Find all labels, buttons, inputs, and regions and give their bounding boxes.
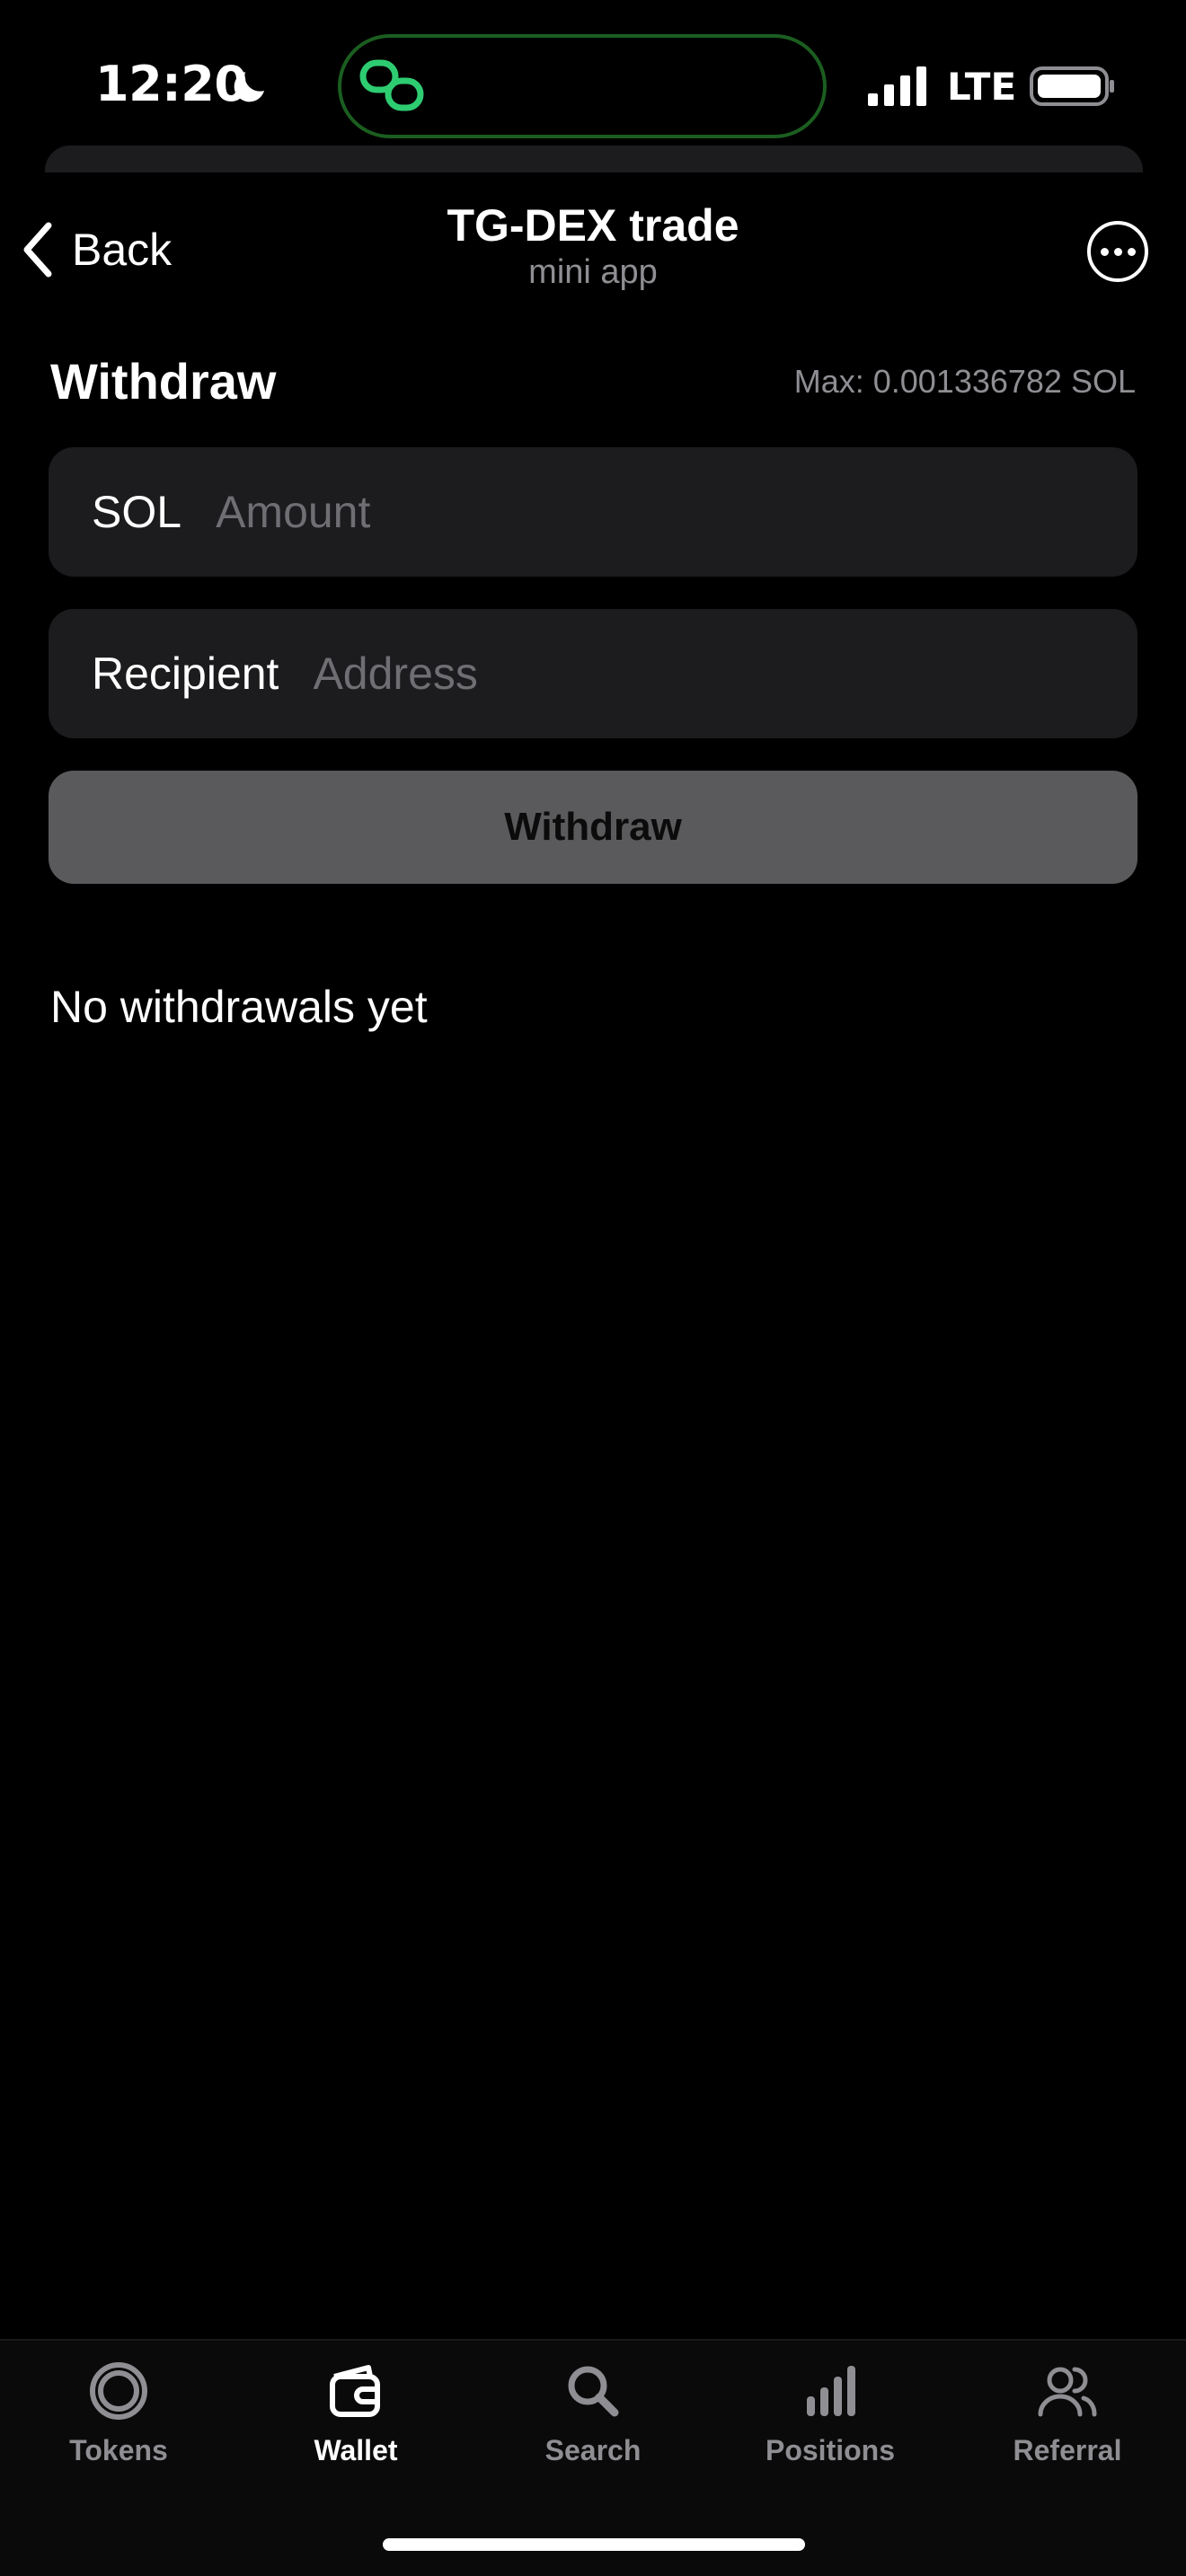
tab-referral[interactable]: Referral — [949, 2359, 1186, 2484]
empty-state-message: No withdrawals yet — [50, 982, 428, 1032]
moon-icon — [234, 72, 264, 102]
amount-field[interactable]: SOL — [49, 447, 1137, 577]
more-dot-icon — [1113, 247, 1122, 256]
tab-label: Referral — [1013, 2434, 1122, 2466]
link-icon — [359, 59, 424, 111]
search-icon — [568, 2366, 619, 2417]
tab-label: Positions — [765, 2434, 895, 2466]
page-title: TG-DEX trade — [447, 200, 739, 251]
signal-icon — [868, 66, 926, 106]
recipient-label: Recipient — [92, 648, 279, 699]
positions-icon — [807, 2366, 855, 2416]
more-dot-icon — [1127, 247, 1136, 256]
more-options-button[interactable] — [1087, 221, 1148, 282]
referral-icon — [1038, 2367, 1097, 2417]
recipient-field[interactable]: Recipient — [49, 609, 1137, 738]
amount-currency-label: SOL — [92, 487, 182, 537]
tab-wallet[interactable]: Wallet — [237, 2359, 474, 2484]
home-indicator[interactable] — [383, 2538, 805, 2551]
status-time: 12:20 — [95, 56, 248, 112]
page-subtitle: mini app — [528, 253, 658, 291]
max-amount-label[interactable]: Max: 0.001336782 SOL — [794, 363, 1136, 401]
wallet-icon — [330, 2365, 380, 2417]
network-type: LTE — [947, 65, 1017, 109]
tab-label: Tokens — [69, 2434, 168, 2466]
tab-search[interactable]: Search — [474, 2359, 712, 2484]
tokens-icon — [90, 2362, 147, 2420]
sheet-edge — [45, 146, 1143, 172]
more-dot-icon — [1100, 247, 1109, 256]
tab-label: Wallet — [314, 2434, 398, 2466]
amount-input[interactable] — [216, 447, 1137, 577]
recipient-address-input[interactable] — [313, 609, 1137, 738]
withdraw-title: Withdraw — [50, 353, 277, 410]
withdraw-button[interactable]: Withdraw — [49, 771, 1137, 884]
tab-positions[interactable]: Positions — [712, 2359, 949, 2484]
battery-icon — [1030, 66, 1114, 106]
tab-label: Search — [544, 2434, 642, 2466]
tab-tokens[interactable]: Tokens — [0, 2359, 237, 2484]
